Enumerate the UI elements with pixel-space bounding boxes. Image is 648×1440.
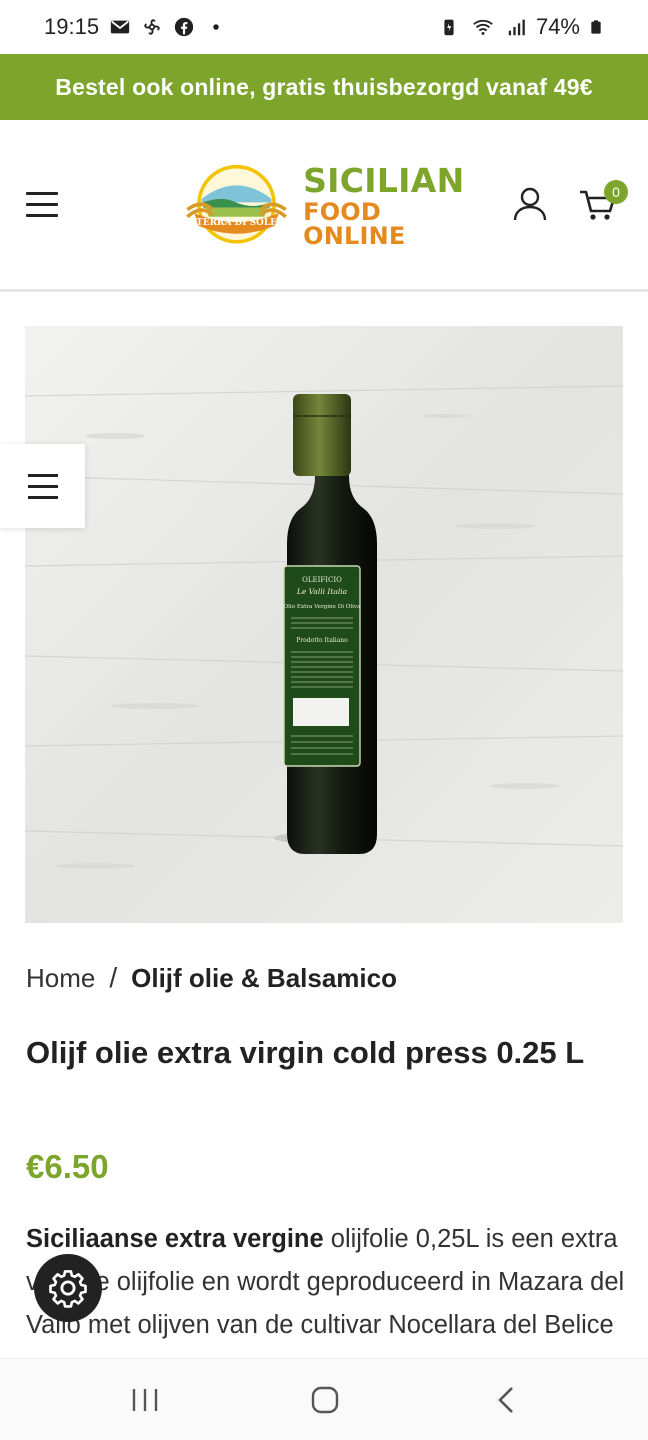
logo-line1: SICILIAN <box>303 161 465 200</box>
settings-button[interactable] <box>34 1254 102 1322</box>
wifi-icon <box>473 19 493 35</box>
home-icon[interactable] <box>308 1383 342 1417</box>
fan-icon <box>144 19 160 35</box>
product-description: Siciliaanse extra vergine olijfolie 0,25… <box>26 1218 626 1358</box>
signal-icon <box>508 19 525 36</box>
product-photo: OLEIFICIO Le Valli Italia Olio Extra Ver… <box>25 326 623 923</box>
logo-text: SICILIAN FOOD ONLINE <box>303 164 472 248</box>
back-icon[interactable] <box>490 1383 524 1417</box>
product-price: €6.50 <box>26 1148 109 1185</box>
status-time: 19:15 <box>44 14 100 39</box>
gear-icon <box>49 1270 87 1308</box>
battery-saver-icon <box>444 19 454 36</box>
description-bold: Siciliaanse extra vergine <box>26 1225 324 1253</box>
breadcrumb-separator: / <box>109 962 118 993</box>
site-logo[interactable]: TERRA DI SOLE SICILIAN FOOD ONLINE <box>182 156 472 256</box>
side-menu-button[interactable] <box>0 444 85 528</box>
bottle-label-origin: Prodotto Italiano <box>296 637 348 644</box>
menu-icon <box>26 192 58 195</box>
side-menu-icon <box>27 473 58 477</box>
breadcrumb: Home / Olijf olie & Balsamico <box>26 962 397 994</box>
site-header: TERRA DI SOLE SICILIAN FOOD ONLINE 0 <box>0 120 648 292</box>
facebook-icon <box>174 17 194 37</box>
breadcrumb-category[interactable]: Olijf olie & Balsamico <box>131 963 397 994</box>
bottle-label-brand: OLEIFICIO <box>302 576 342 584</box>
recent-apps-icon[interactable] <box>128 1383 162 1417</box>
promo-text: Bestel ook online, gratis thuisbezorgd v… <box>55 73 593 100</box>
battery-percent: 74% <box>535 14 580 39</box>
bottle-label-type: Olio Extra Vergine Di Oliva <box>284 604 362 610</box>
android-nav-bar <box>0 1358 648 1440</box>
bottle-label-name: Le Valli Italia <box>296 587 347 596</box>
logo-emblem-icon: TERRA DI SOLE <box>186 164 287 244</box>
product-image[interactable]: OLEIFICIO Le Valli Italia Olio Extra Ver… <box>25 326 623 923</box>
status-bar: 19:15 74% <box>0 0 648 54</box>
logo-badge-text: TERRA DI SOLE <box>196 218 277 228</box>
breadcrumb-home[interactable]: Home <box>26 963 95 994</box>
battery-icon <box>591 20 601 34</box>
promo-banner[interactable]: Bestel ook online, gratis thuisbezorgd v… <box>0 54 648 120</box>
menu-button[interactable] <box>26 192 58 218</box>
cart-count-badge: 0 <box>604 180 628 204</box>
mail-icon <box>110 20 130 34</box>
user-icon[interactable] <box>512 186 548 222</box>
product-title: Olijf olie extra virgin cold press 0.25 … <box>26 1035 585 1070</box>
status-right: 74% <box>438 14 604 40</box>
logo-line2: FOOD ONLINE <box>303 198 406 250</box>
status-left: 19:15 <box>44 14 227 40</box>
dot-icon <box>213 24 219 30</box>
